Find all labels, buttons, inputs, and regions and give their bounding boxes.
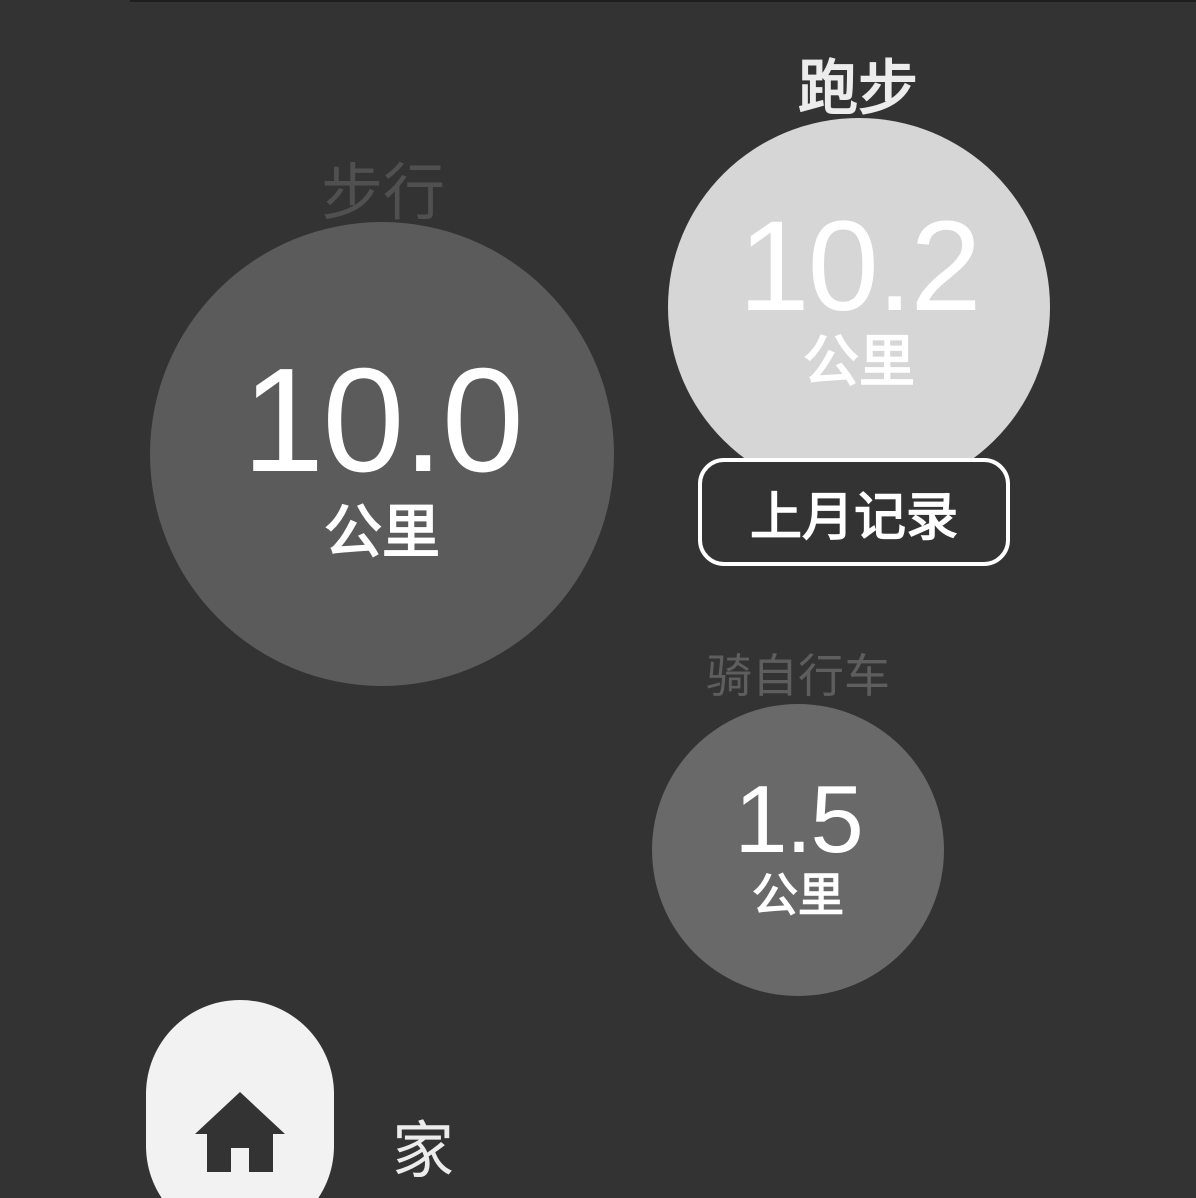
bike-label: 骑自行车: [706, 649, 890, 703]
home-icon: [195, 1092, 285, 1172]
walk-label: 步行: [320, 156, 445, 229]
run-distance-value: 10.2: [738, 195, 981, 338]
walk-distance-circle[interactable]: 10.0 公里: [150, 222, 614, 686]
home-label: 家: [392, 1114, 455, 1187]
run-distance-circle[interactable]: 10.2 公里: [668, 118, 1050, 496]
run-label: 跑步: [798, 54, 918, 124]
bike-distance-value: 1.5: [734, 766, 863, 873]
top-edge-divider: [130, 0, 1196, 2]
walk-distance-value: 10.0: [241, 338, 524, 503]
bike-distance-circle[interactable]: 1.5 公里: [652, 704, 944, 996]
bike-distance-unit: 公里: [752, 868, 844, 922]
last-month-record-button[interactable]: 上月记录: [698, 458, 1010, 566]
run-distance-unit: 公里: [803, 330, 915, 395]
walk-distance-unit: 公里: [323, 498, 440, 566]
activity-screen: 步行 10.0 公里 跑步 10.2 公里 上月记录 骑自行车 1.5 公里 家: [0, 0, 1196, 1198]
home-button[interactable]: [146, 1000, 334, 1198]
